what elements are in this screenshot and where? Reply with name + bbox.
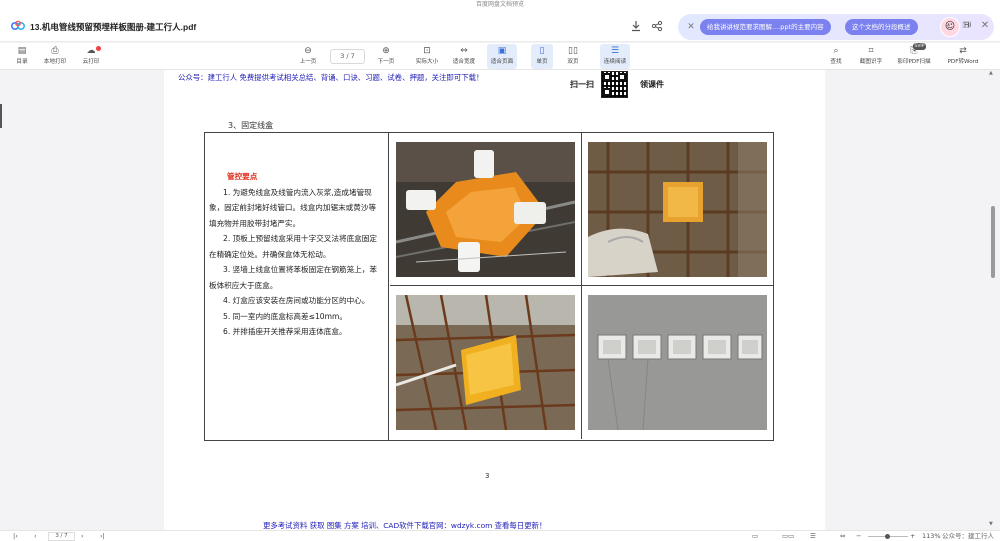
key-point: 1. 为避免线盒及线管内流入灰浆,造成堵管现象，固定前封堵好线管口。线盒内加锯末… <box>209 187 377 228</box>
zoom-slider-handle[interactable] <box>885 534 890 539</box>
section-title: 3、固定线盒 <box>228 121 274 130</box>
screenshot-ocr-button[interactable]: ⌗ 截图识字 <box>857 44 885 69</box>
pdf-to-word-icon: ⇄ <box>959 46 967 56</box>
header-notice: 公众号：建工行人 免费提供考试相关总结、背诵、口诀、习题、试卷、押题，关注即可下… <box>178 73 484 82</box>
sidebar-toggle-handle[interactable] <box>0 104 2 128</box>
svip-badge: SVIP <box>913 43 926 50</box>
ai-suggestion-summary-button[interactable]: 给我讲讲规范要求图解....ppt的主要内容 <box>700 19 831 35</box>
fit-width-icon[interactable]: ⇔ <box>840 532 845 541</box>
fit-page-icon: ▣ <box>497 46 507 56</box>
catalog-icon: ▤ <box>17 46 27 56</box>
next-page-button[interactable]: ⊕ 下一页 <box>374 44 398 69</box>
photo-row-of-boxes-on-wall <box>588 295 767 430</box>
window-title: 百度网盘文档预览 <box>0 0 1000 10</box>
arrow-left-icon: ⊖ <box>304 46 312 56</box>
zoom-level[interactable]: 113% <box>922 532 941 541</box>
qr-caption-left: 扫一扫 <box>570 79 594 89</box>
view-mode-single-icon[interactable]: ▭ <box>752 532 758 541</box>
page-number-input[interactable]: 3 / 7 <box>330 49 365 64</box>
prev-page-icon[interactable]: ‹ <box>34 532 37 541</box>
photo-worker-fixing-box <box>588 142 767 277</box>
top-bar: 13.机电管线预留预埋样板图册-建工行人.pdf ✕ 给我讲讲规范要求图解...… <box>0 10 1000 42</box>
document-title: 13.机电管线预留预埋样板图册-建工行人.pdf <box>30 22 197 32</box>
key-point: 4. 灯盒应该安装在房间或功能分区的中心。 <box>223 296 370 305</box>
key-points-column: 管控要点 1. 为避免线盒及线管内流入灰浆,造成堵管现象，固定前封堵好线管口。线… <box>205 133 389 440</box>
first-page-icon[interactable]: |‹ <box>13 532 18 541</box>
actual-size-icon: ⊡ <box>423 46 431 56</box>
arrow-right-icon: ⊕ <box>382 46 390 56</box>
view-mode-scroll-icon[interactable]: ☰ <box>810 532 816 541</box>
key-point: 3. 竖墙上线盒位置将苯板固定在钢筋笼上，苯板体积应大于底盒。 <box>209 265 377 290</box>
zoom-out-icon[interactable]: − <box>856 532 861 541</box>
zoom-in-icon[interactable]: + <box>910 532 915 541</box>
photo-grid <box>390 133 774 440</box>
scroll-up-icon[interactable]: ▲ <box>989 70 993 76</box>
photo-cell <box>390 133 582 286</box>
minimize-icon[interactable]: – <box>942 20 954 32</box>
close-icon[interactable]: ✕ <box>685 21 697 33</box>
content-table: 管控要点 1. 为避免线盒及线管内流入灰浆,造成堵管现象，固定前封堵好线管口。线… <box>204 132 774 441</box>
fit-page-button[interactable]: ▣ 适合页面 <box>487 44 517 69</box>
photo-cell <box>582 286 774 439</box>
notification-dot <box>96 46 101 51</box>
screenshot-ocr-icon: ⌗ <box>868 46 874 56</box>
double-page-icon: ▯▯ <box>568 46 578 56</box>
status-bar: |‹ ‹ 3 / 7 › ›| ▭ ▭▭ ☰ ⇔ − + 113% 公众号：建工… <box>0 530 1000 541</box>
window-close-icon[interactable]: ✕ <box>979 20 991 32</box>
prev-page-button[interactable]: ⊖ 上一页 <box>296 44 320 69</box>
next-page-icon[interactable]: › <box>81 532 84 541</box>
ai-suggestion-outline-button[interactable]: 这个文档的分段概述 <box>845 19 918 35</box>
cloud-print-icon: ☁ <box>86 46 96 56</box>
pdf-page: 公众号：建工行人 免费提供考试相关总结、背诵、口诀、习题、试卷、押题，关注即可下… <box>164 70 825 530</box>
double-page-button[interactable]: ▯▯ 双页 <box>563 44 583 69</box>
search-icon: ⌕ <box>833 46 839 56</box>
photo-wall-box-on-rebar <box>396 295 575 430</box>
pdf-to-word-button[interactable]: ⇄ PDF转Word <box>944 44 982 69</box>
viewer-toolbar: ▤ 目录 ⎙ 本地打印 ☁ 云打印 ⊖ 上一页 3 / 7 ⊕ 下一页 ⊡ 实际… <box>0 43 1000 70</box>
qr-code-icon <box>601 71 628 98</box>
download-icon[interactable] <box>630 20 642 32</box>
continuous-read-icon: ☰ <box>610 46 620 56</box>
key-point: 6. 并排插座开关推荐采用连体底盒。 <box>223 327 347 336</box>
scroll-down-icon[interactable]: ▼ <box>989 521 993 527</box>
fit-width-icon: ⇔ <box>460 46 468 56</box>
single-page-button[interactable]: ▯ 单页 <box>531 44 553 69</box>
printer-icon: ⎙ <box>51 46 59 56</box>
qr-caption-right: 领课件 <box>640 79 664 89</box>
share-icon[interactable] <box>651 20 663 32</box>
continuous-read-button[interactable]: ☰ 连续阅读 <box>600 44 630 69</box>
actual-size-button[interactable]: ⊡ 实际大小 <box>413 44 441 69</box>
search-button[interactable]: ⌕ 查找 <box>827 44 845 69</box>
catalog-button[interactable]: ▤ 目录 <box>11 44 33 69</box>
key-point: 5. 同一室内的底盒标高差≤10mm。 <box>223 311 348 321</box>
photo-cross-fixed-box <box>396 142 575 277</box>
view-mode-double-icon[interactable]: ▭▭ <box>782 532 794 541</box>
key-points-text: 管控要点 1. 为避免线盒及线管内流入灰浆,造成堵管现象，固定前封堵好线管口。线… <box>209 169 383 340</box>
baidu-netdisk-logo-icon <box>11 20 25 30</box>
page-number: 3 <box>485 472 490 480</box>
photo-cell <box>390 286 582 439</box>
vertical-scrollbar[interactable] <box>988 70 996 530</box>
status-page-indicator[interactable]: 3 / 7 <box>48 532 75 541</box>
last-page-icon[interactable]: ›| <box>100 532 105 541</box>
key-points-title: 管控要点 <box>227 172 258 181</box>
photo-cell <box>582 133 774 286</box>
fit-width-button[interactable]: ⇔ 适合宽度 <box>450 44 478 69</box>
scrollbar-thumb[interactable] <box>991 206 995 278</box>
local-print-button[interactable]: ⎙ 本地打印 <box>40 44 70 69</box>
watermark-text: 公众号：建工行人 <box>942 532 994 540</box>
restore-icon[interactable]: ❐ <box>960 20 972 32</box>
key-point: 2. 顶板上预留线盒采用十字交叉法将底盒固定在精确定位处。并确保盒体无松动。 <box>209 234 377 259</box>
single-page-icon: ▯ <box>539 46 545 56</box>
